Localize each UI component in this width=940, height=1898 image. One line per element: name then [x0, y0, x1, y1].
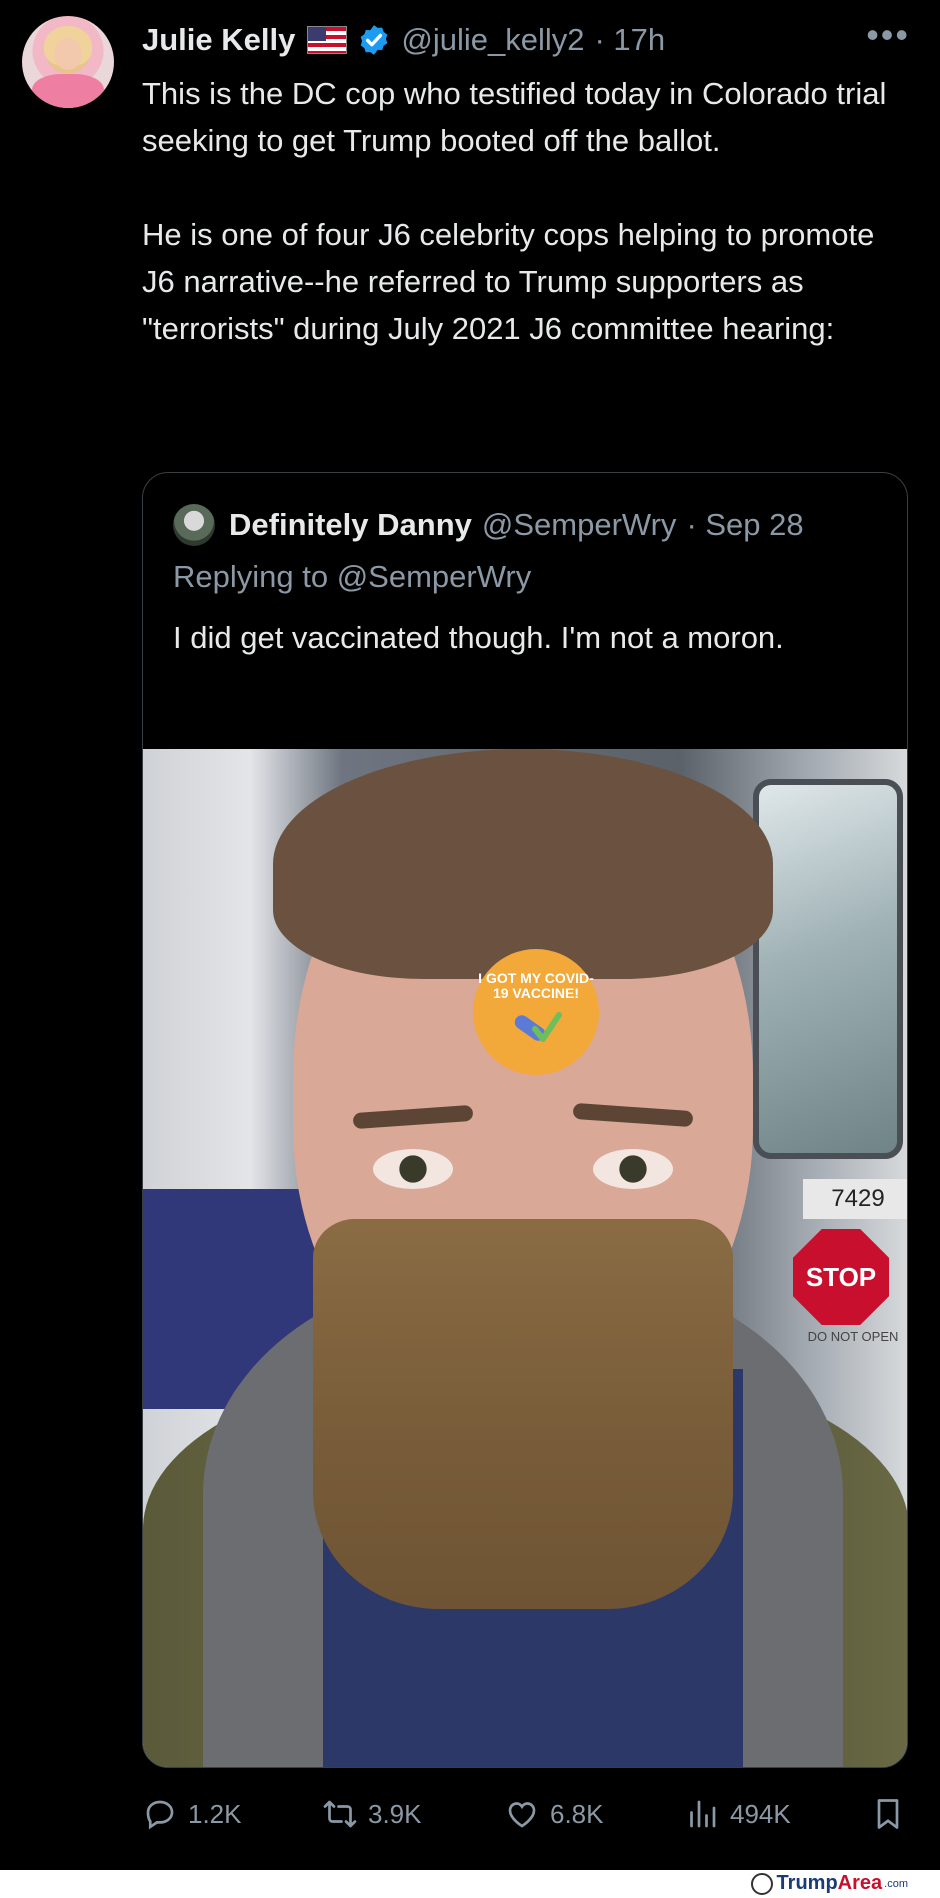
trumparea-watermark: Trump Area .com [750, 1872, 908, 1895]
quoted-tweet-text: I did get vaccinated though. I'm not a m… [173, 620, 784, 655]
eye [373, 1149, 453, 1189]
tweet-time[interactable]: · 17h [594, 22, 665, 58]
verified-badge-icon [361, 25, 388, 55]
bandage-check-icon [514, 1012, 562, 1042]
quoted-tweet[interactable]: Definitely Danny @SemperWry · Sep 28 Rep… [142, 472, 908, 1768]
quoted-tweet-time[interactable]: · Sep 28 [686, 507, 803, 543]
views-chart-icon [690, 1800, 716, 1828]
reply-icon [146, 1800, 174, 1830]
replying-to[interactable]: Replying to @SemperWry [173, 559, 531, 595]
stop-sign: STOP [793, 1229, 889, 1325]
watermark-suffix: .com [884, 1877, 908, 1890]
view-count: 494K [730, 1798, 791, 1829]
vaccine-sticker: I GOT MY COVID-19 VACCINE! [473, 949, 599, 1075]
retweet-count: 3.9K [368, 1798, 422, 1829]
train-window [753, 779, 903, 1159]
sticker-text: I GOT MY COVID-19 VACCINE! [478, 970, 594, 1001]
us-flag-icon [307, 26, 348, 54]
reply-button[interactable]: 1.2K [142, 1796, 242, 1832]
quoted-author-handle[interactable]: @SemperWry [482, 507, 677, 543]
car-number: 7429 [803, 1179, 907, 1219]
tweet-photo[interactable]: 7429 STOP DO NOT OPEN I GOT MY COVID-19 … [143, 749, 907, 1767]
author-avatar[interactable] [22, 16, 114, 108]
door-notice: DO NOT OPEN [807, 1329, 899, 1344]
heart-icon [508, 1802, 536, 1828]
quoted-author-name[interactable]: Definitely Danny [229, 507, 472, 543]
author-name[interactable]: Julie Kelly [142, 22, 295, 58]
face-mask [313, 1219, 733, 1609]
watermark-part2: Area [837, 1872, 883, 1894]
action-bar: 1.2K 3.9K 6.8K 494K [142, 1790, 912, 1838]
quoted-tweet-header: Definitely Danny @SemperWry · Sep 28 [173, 503, 804, 547]
retweet-icon [323, 1800, 357, 1828]
tweet-paragraph: This is the DC cop who testified today i… [142, 76, 887, 158]
like-button[interactable]: 6.8K [504, 1796, 604, 1832]
reply-count: 1.2K [188, 1798, 242, 1829]
bookmark-button[interactable] [870, 1796, 916, 1832]
tweet: Julie Kelly @julie_kelly2 · 17h ••• This… [0, 0, 940, 1870]
views-button[interactable]: 494K [684, 1796, 791, 1832]
author-handle[interactable]: @julie_kelly2 [401, 22, 584, 58]
retweet-button[interactable]: 3.9K [322, 1796, 422, 1832]
tweet-header: Julie Kelly @julie_kelly2 · 17h [142, 18, 665, 62]
quoted-author-avatar[interactable] [173, 504, 215, 546]
hair [273, 749, 773, 979]
bookmark-icon [877, 1799, 899, 1829]
eye [593, 1149, 673, 1189]
watermark-part1: Trump [776, 1872, 838, 1894]
tweet-text: This is the DC cop who testified today i… [142, 70, 912, 352]
more-options-icon[interactable]: ••• [866, 14, 910, 56]
like-count: 6.8K [550, 1798, 604, 1829]
watermark-bar: Trump Area .com [0, 1870, 940, 1898]
watermark-logo-icon [750, 1872, 773, 1895]
tweet-paragraph: He is one of four J6 celebrity cops help… [142, 217, 875, 346]
